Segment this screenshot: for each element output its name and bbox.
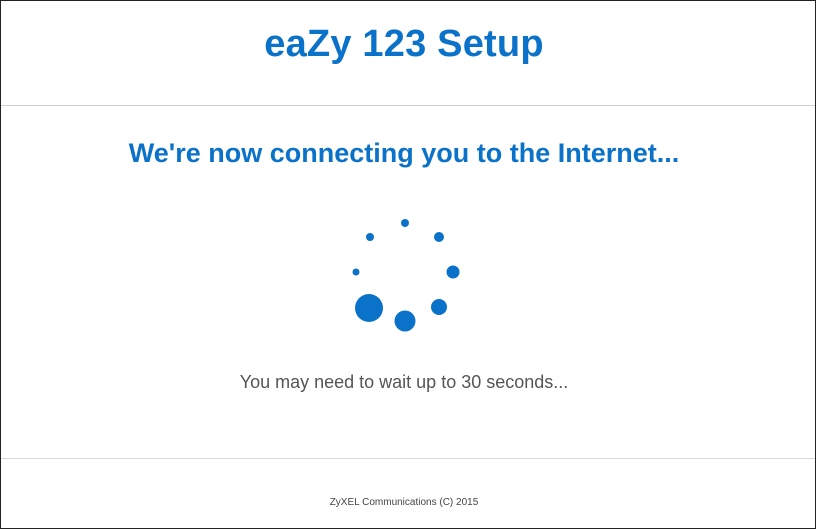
setup-window: eaZy 123 Setup We're now connecting you … (0, 0, 816, 529)
connecting-heading: We're now connecting you to the Internet… (128, 138, 680, 168)
spinner-dot (401, 219, 409, 227)
loading-spinner-icon (341, 206, 471, 336)
header: eaZy 123 Setup (1, 1, 815, 106)
spinner-dot (431, 299, 447, 315)
app-title: eaZy 123 Setup (264, 23, 544, 65)
spinner-dot (352, 268, 360, 276)
spinner-dot (355, 294, 383, 322)
footer: ZyXEL Communications (C) 2015 (1, 458, 815, 529)
spinner-dot (446, 265, 460, 279)
spinner-dot (394, 310, 416, 332)
wait-message: You may need to wait up to 30 seconds... (239, 372, 569, 392)
spinner-dot (366, 233, 374, 241)
spinner-dot (434, 232, 444, 242)
copyright-text: ZyXEL Communications (C) 2015 (329, 497, 479, 508)
